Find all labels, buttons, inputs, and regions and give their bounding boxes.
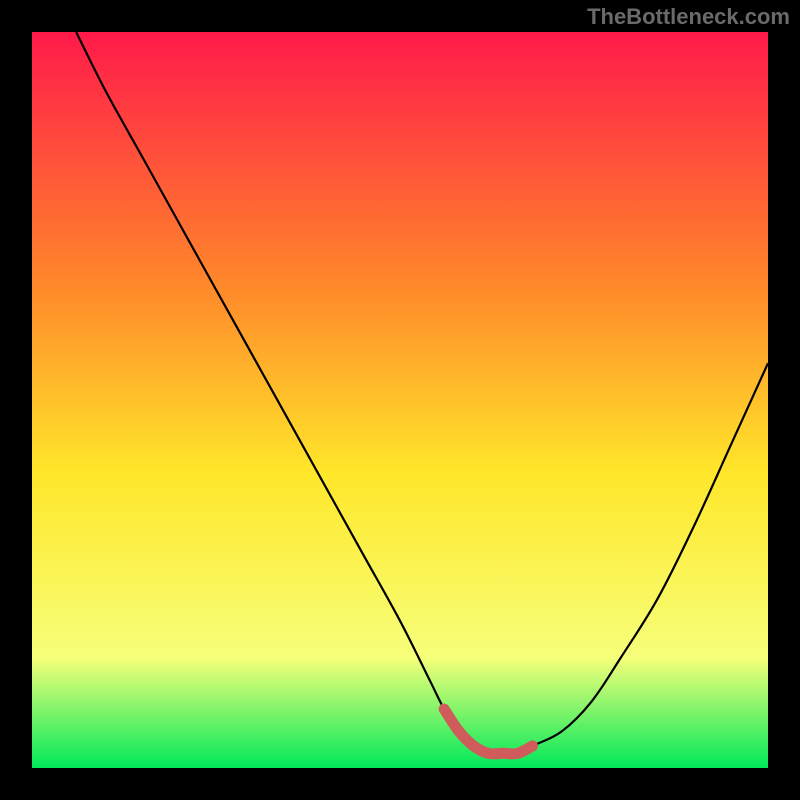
plot-inner [32, 32, 768, 768]
watermark-text: TheBottleneck.com [587, 4, 790, 30]
optimal-region-markers [32, 32, 768, 768]
plot-area [32, 32, 768, 768]
chart-frame: TheBottleneck.com [0, 0, 800, 800]
